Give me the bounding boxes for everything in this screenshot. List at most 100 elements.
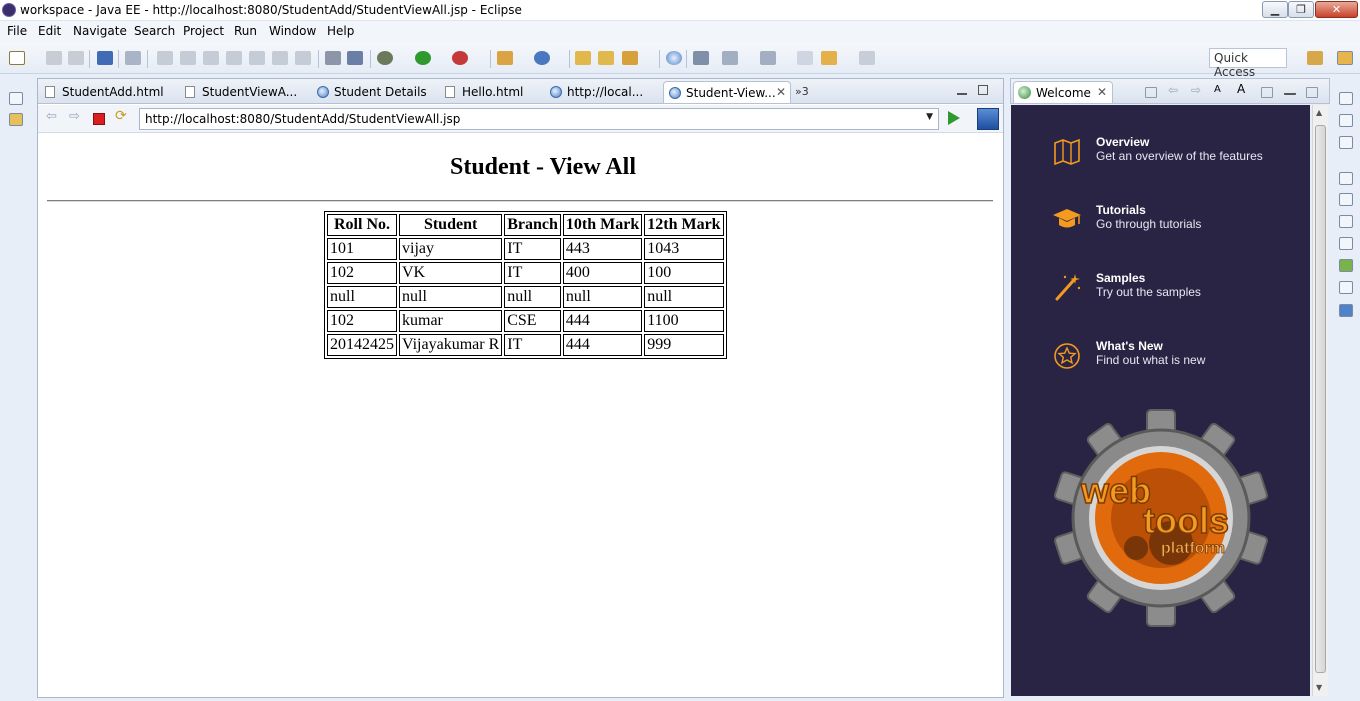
next-annotation-icon[interactable] [722,51,738,65]
open-external-browser-icon[interactable] [977,108,999,130]
restore-icon[interactable] [9,92,23,105]
maximize-pane-icon[interactable] [978,85,988,95]
menu-navigate[interactable]: Navigate [73,24,127,38]
resume-icon[interactable] [157,51,173,65]
table-cell: null [327,286,397,308]
reduce-font-icon[interactable]: A [1214,84,1226,95]
scroll-thumb[interactable] [1315,125,1326,673]
stop-icon[interactable] [93,113,105,125]
table-cell: IT [504,238,561,260]
table-cell: null [399,286,503,308]
back-icon[interactable] [821,51,837,65]
menu-edit[interactable]: Edit [38,24,61,38]
step-into-icon[interactable] [249,51,265,65]
minimize-pane-icon[interactable] [1284,87,1296,95]
welcome-item-samples[interactable]: Samples Try out the samples [1011,271,1310,321]
servers-icon[interactable] [1339,237,1353,250]
console-icon[interactable] [1339,304,1353,317]
tab-overflow-button[interactable]: »3 [795,85,809,98]
url-field[interactable]: http://localhost:8080/StudentAdd/Student… [139,108,939,130]
welcome-item-whats-new[interactable]: What's New Find out what is new [1011,339,1310,389]
terminate-icon[interactable] [203,51,219,65]
skip-breakpoints-icon[interactable] [125,51,141,65]
save-all-icon[interactable] [68,51,84,65]
task-list-icon[interactable] [1339,136,1353,149]
last-edit-icon[interactable] [797,51,813,65]
search-tool-icon[interactable] [622,51,638,65]
home-icon[interactable] [1145,87,1157,98]
menu-project[interactable]: Project [183,24,224,38]
java-ee-perspective-icon[interactable] [1337,51,1353,65]
console-icon[interactable] [97,51,113,65]
customize-page-icon[interactable] [1261,87,1273,98]
prev-annotation-icon[interactable] [760,51,776,65]
minimize-button[interactable]: ▁ [1262,1,1288,18]
save-icon[interactable] [46,51,62,65]
outline-icon[interactable] [1339,114,1353,127]
step-return-icon[interactable] [295,51,311,65]
back-arrow-icon[interactable]: ⇦ [1168,83,1180,97]
new-icon[interactable] [9,51,25,65]
menu-window[interactable]: Window [269,24,316,38]
table-row: 101 vijay IT 443 1043 [327,238,724,260]
quick-access-field[interactable]: Quick Access [1209,48,1287,79]
tab-student-details[interactable]: Student Details [312,81,438,103]
maximize-button[interactable]: ❐ [1288,1,1314,18]
menu-file[interactable]: File [7,24,27,38]
close-tab-icon[interactable]: ✕ [1097,85,1107,99]
table-cell: 102 [327,310,397,332]
welcome-item-title: Tutorials [1096,203,1146,217]
back-arrow-icon[interactable]: ⇦ [46,109,60,124]
go-icon[interactable] [948,111,960,125]
minimize-pane-icon[interactable] [957,85,967,95]
close-window-button[interactable]: ✕ [1315,1,1358,18]
menu-search[interactable]: Search [134,24,175,38]
disconnect-icon[interactable] [226,51,242,65]
forward-icon[interactable] [859,51,875,65]
welcome-scrollbar[interactable]: ▲ ▼ [1312,105,1328,696]
menu-help[interactable]: Help [327,24,354,38]
new-class-icon[interactable] [534,51,550,65]
markers-icon[interactable] [1339,193,1353,206]
debug-icon[interactable] [377,51,393,65]
scroll-up-icon[interactable]: ▲ [1316,108,1322,117]
tab-welcome[interactable]: Welcome ✕ [1013,81,1113,103]
external-tools-icon[interactable] [452,51,468,65]
globe-icon [317,86,329,98]
run-icon[interactable] [415,51,431,65]
forward-arrow-icon[interactable]: ⇨ [1191,83,1203,97]
properties-icon[interactable] [1339,215,1353,228]
tab-localhost[interactable]: http://local... [545,81,661,103]
welcome-item-overview[interactable]: Overview Get an overview of the features [1011,135,1310,185]
tab-studentviewall-jsp[interactable]: StudentViewA... [180,81,310,103]
scroll-down-icon[interactable]: ▼ [1316,683,1322,692]
new-java-project-icon[interactable] [497,51,513,65]
open-task-icon[interactable] [325,51,341,65]
tab-student-view-active[interactable]: Student-View... ✕ [663,81,791,103]
tab-studentadd-html[interactable]: StudentAdd.html [40,81,178,103]
tab-hello-html[interactable]: Hello.html [440,81,543,103]
data-source-explorer-icon[interactable] [1339,259,1353,272]
annotation-icon[interactable] [693,51,709,65]
restore-icon[interactable] [1339,92,1353,105]
open-folder-icon[interactable] [598,51,614,65]
table-cell: 1043 [644,238,724,260]
menu-run[interactable]: Run [234,24,257,38]
maximize-pane-icon[interactable] [1306,87,1318,98]
suspend-icon[interactable] [180,51,196,65]
forward-arrow-icon[interactable]: ⇨ [69,109,83,124]
refresh-icon[interactable]: ⟳ [115,108,129,124]
snippets-icon[interactable] [1339,281,1353,294]
url-dropdown-icon[interactable]: ▼ [926,112,933,122]
open-type-icon[interactable] [575,51,591,65]
welcome-item-tutorials[interactable]: Tutorials Go through tutorials [1011,203,1310,253]
table-header-row: Roll No. Student Branch 10th Mark 12th M… [327,214,724,236]
step-over-icon[interactable] [272,51,288,65]
web-browser-icon[interactable] [666,51,682,65]
increase-font-icon[interactable]: A [1237,82,1249,96]
open-perspective-icon[interactable] [1307,51,1323,65]
servers-icon[interactable] [347,51,363,65]
restore-icon[interactable] [1339,172,1353,185]
close-tab-icon[interactable]: ✕ [776,85,786,99]
project-explorer-icon[interactable] [9,113,23,126]
